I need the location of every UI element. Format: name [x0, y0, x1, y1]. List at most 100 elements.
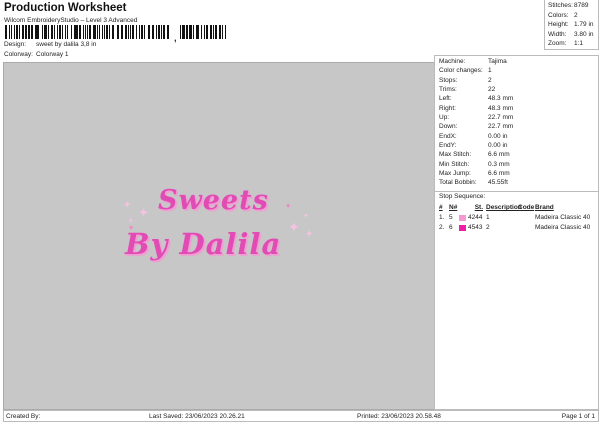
- page-title: Production Worksheet: [4, 2, 127, 14]
- stat-value: 0.00 in: [488, 132, 508, 140]
- stop-sequence-header: # N# St. Description Code Brand: [439, 203, 594, 213]
- stat-label: Max Stitch:: [439, 151, 472, 159]
- stat-value: 48.3 mm: [488, 104, 514, 112]
- footer: Created By: Last Saved: 23/06/2023 20.26…: [3, 410, 599, 422]
- stop-row: 1. 5 4244 1 Madeira Classic 40: [439, 213, 594, 223]
- stat-row: Machine: Tajima: [439, 58, 594, 67]
- stat-row: Left: 48.3 mm: [439, 95, 594, 104]
- stat-value: Tajima: [488, 58, 507, 65]
- stitch-count: 4543: [468, 224, 483, 232]
- stat-label: EndY:: [439, 142, 457, 150]
- stop-num: 2.: [439, 224, 445, 232]
- description: 1: [486, 214, 490, 222]
- stat-value: 0.00 in: [488, 142, 508, 150]
- col-needle: N#: [449, 204, 458, 212]
- stat-value: 22: [488, 86, 496, 94]
- printed-date: Printed: 23/06/2023 20.58.48: [357, 413, 441, 420]
- stat-label: Color changes:: [439, 67, 483, 75]
- design-label: Design:: [4, 41, 27, 48]
- summary-value: 1:1: [574, 40, 584, 48]
- stat-label: Stops:: [439, 76, 458, 84]
- stats-panel: Machine: Tajima Color changes: 1 Stops: 2 Trim…: [434, 55, 599, 410]
- stat-row: Color changes: 1: [439, 67, 594, 76]
- summary-row: Width: 3.80 in: [548, 31, 595, 41]
- brand: Madeira Classic 40: [535, 214, 591, 222]
- summary-value: 3.80 in: [574, 30, 594, 38]
- stat-row: EndY: 0.00 in: [439, 142, 594, 151]
- design-value: sweet by dalila 3,8 in: [36, 41, 97, 48]
- stat-label: Min Stitch:: [439, 160, 470, 168]
- stat-row: Total Bobbin: 45.55ft: [439, 179, 594, 188]
- color-swatch: [459, 224, 466, 231]
- design-line-1: Sweets: [158, 185, 269, 216]
- needle: 6: [449, 224, 453, 232]
- page-number: Page 1 of 1: [561, 413, 595, 420]
- stop-row: 2. 6 4543 2 Madeira Classic 40: [439, 223, 594, 233]
- stat-row: EndX: 0.00 in: [439, 133, 594, 142]
- color-swatch: [459, 214, 466, 221]
- heart-icon: ♥: [286, 203, 291, 210]
- stat-label: EndX:: [439, 132, 457, 140]
- sparkle-icon: ✦: [138, 205, 149, 220]
- summary-row: Height: 1.79 in: [548, 21, 595, 31]
- summary-row: Colors: 2: [548, 12, 595, 22]
- colorway-value: Colorway 1: [36, 51, 69, 58]
- col-code: Code: [518, 204, 535, 212]
- stat-label: Total Bobbin:: [439, 179, 477, 187]
- summary-label: Width:: [548, 30, 567, 38]
- summary-value: 2: [574, 11, 578, 19]
- stats-list: Machine: Tajima Color changes: 1 Stops: 2 Trim…: [435, 56, 598, 191]
- barcode-separator: ,: [174, 33, 177, 43]
- summary-box: Stitches:8789 Colors: 2 Height: 1.79 in Wi…: [544, 0, 599, 50]
- stop-sequence: Stop Sequence: # N# St. Description Code…: [435, 190, 598, 234]
- sparkle-icon: ✦: [288, 219, 300, 235]
- col-num: #: [439, 204, 443, 212]
- stat-row: Max Jump: 6.6 mm: [439, 170, 594, 179]
- stat-label: Up:: [439, 114, 450, 122]
- sparkle-icon: ✦: [128, 218, 134, 225]
- stat-value: 6.6 mm: [488, 170, 510, 178]
- stat-row: Right: 48.3 mm: [439, 105, 594, 114]
- summary-row: Zoom: 1:1: [548, 40, 595, 50]
- summary-value: 8789: [574, 2, 589, 9]
- description: 2: [486, 224, 490, 232]
- design-line-2: By Dalila: [125, 227, 282, 261]
- heart-icon: ♥: [129, 225, 134, 232]
- stat-label: Right:: [439, 104, 456, 112]
- stat-value: 22.7 mm: [488, 114, 514, 122]
- software-name: Wilcom EmbroideryStudio – Level 3 Advanc…: [4, 17, 138, 24]
- summary-label: Stitches:: [548, 2, 573, 9]
- stat-value: 45.55ft: [488, 179, 508, 187]
- col-brand: Brand: [535, 204, 554, 212]
- barcode-secondary: [180, 25, 228, 39]
- stop-num: 1.: [439, 214, 445, 222]
- stat-value: 2: [488, 76, 492, 84]
- stat-label: Left:: [439, 95, 452, 103]
- summary-label: Colors:: [548, 11, 569, 19]
- brand: Madeira Classic 40: [535, 224, 591, 232]
- col-stitches: St.: [474, 204, 483, 212]
- summary-label: Zoom:: [548, 40, 567, 48]
- stat-row: Stops: 2: [439, 77, 594, 86]
- sparkle-icon: ✦: [303, 213, 309, 220]
- stat-row: Min Stitch: 0.3 mm: [439, 161, 594, 170]
- barcode: [5, 25, 171, 39]
- stat-label: Max Jump:: [439, 170, 471, 178]
- stat-value: 22.7 mm: [488, 123, 514, 131]
- stat-value: 0.3 mm: [488, 160, 510, 168]
- summary-row: Stitches:8789: [548, 2, 595, 12]
- stat-row: Max Stitch: 6.6 mm: [439, 151, 594, 160]
- stitch-count: 4244: [468, 214, 483, 222]
- sparkle-icon: ✦: [305, 229, 314, 240]
- stop-sequence-title: Stop Sequence:: [439, 192, 486, 200]
- last-saved: Last Saved: 23/06/2023 20.26.21: [149, 413, 245, 420]
- stat-label: Trims:: [439, 86, 457, 94]
- sparkle-icon: ✦: [123, 200, 132, 211]
- design-row: Design: sweet by dalila 3,8 in: [4, 41, 96, 48]
- created-by: Created By:: [6, 413, 41, 420]
- embroidery-design: Sweets By Dalila ✦ ✦ ✦ ♥ ♥ ✦ ✦ ✦: [120, 185, 320, 285]
- colorway-label: Colorway:: [4, 51, 33, 58]
- stat-value: 48.3 mm: [488, 95, 514, 103]
- summary-value: 1.79 in: [574, 21, 594, 29]
- stat-row: Trims: 22: [439, 86, 594, 95]
